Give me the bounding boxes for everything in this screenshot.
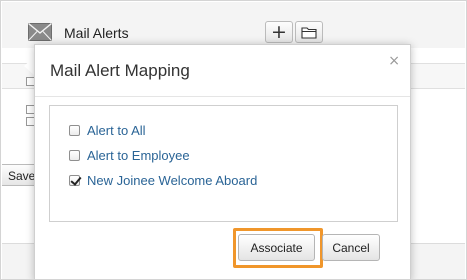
alert-to-all-checkbox[interactable] (69, 125, 80, 136)
new-joinee-welcome-aboard-checkbox[interactable] (69, 175, 80, 186)
plus-icon: + (271, 20, 287, 43)
folder-icon (301, 26, 317, 39)
option-label: Alert to Employee (87, 148, 190, 163)
alert-options-list: Alert to All Alert to Employee New Joine… (49, 105, 398, 222)
associate-button[interactable]: Associate (238, 234, 315, 261)
alert-to-employee-checkbox[interactable] (69, 150, 80, 161)
folder-button[interactable] (295, 21, 323, 43)
save-button[interactable]: Save (2, 164, 38, 186)
envelope-icon (28, 23, 52, 41)
close-icon[interactable]: × (388, 53, 400, 69)
option-alert-to-employee[interactable]: Alert to Employee (69, 148, 190, 163)
option-label: New Joinee Welcome Aboard (87, 173, 258, 188)
add-alert-button[interactable]: + (265, 21, 293, 43)
option-alert-to-all[interactable]: Alert to All (69, 123, 146, 138)
dialog-title: Mail Alert Mapping (50, 61, 190, 80)
popover-pointer (24, 57, 34, 75)
mail-alert-mapping-dialog: Mail Alert Mapping × Alert to All Alert … (34, 44, 411, 279)
cancel-button[interactable]: Cancel (322, 234, 380, 261)
option-label: Alert to All (87, 123, 146, 138)
option-new-joinee-welcome-aboard[interactable]: New Joinee Welcome Aboard (69, 173, 257, 188)
screenshot-frame: Mail Alerts + Save Mail Alert Mapping × … (0, 0, 467, 280)
mail-alerts-title: Mail Alerts (64, 25, 129, 41)
dialog-divider (35, 96, 410, 97)
